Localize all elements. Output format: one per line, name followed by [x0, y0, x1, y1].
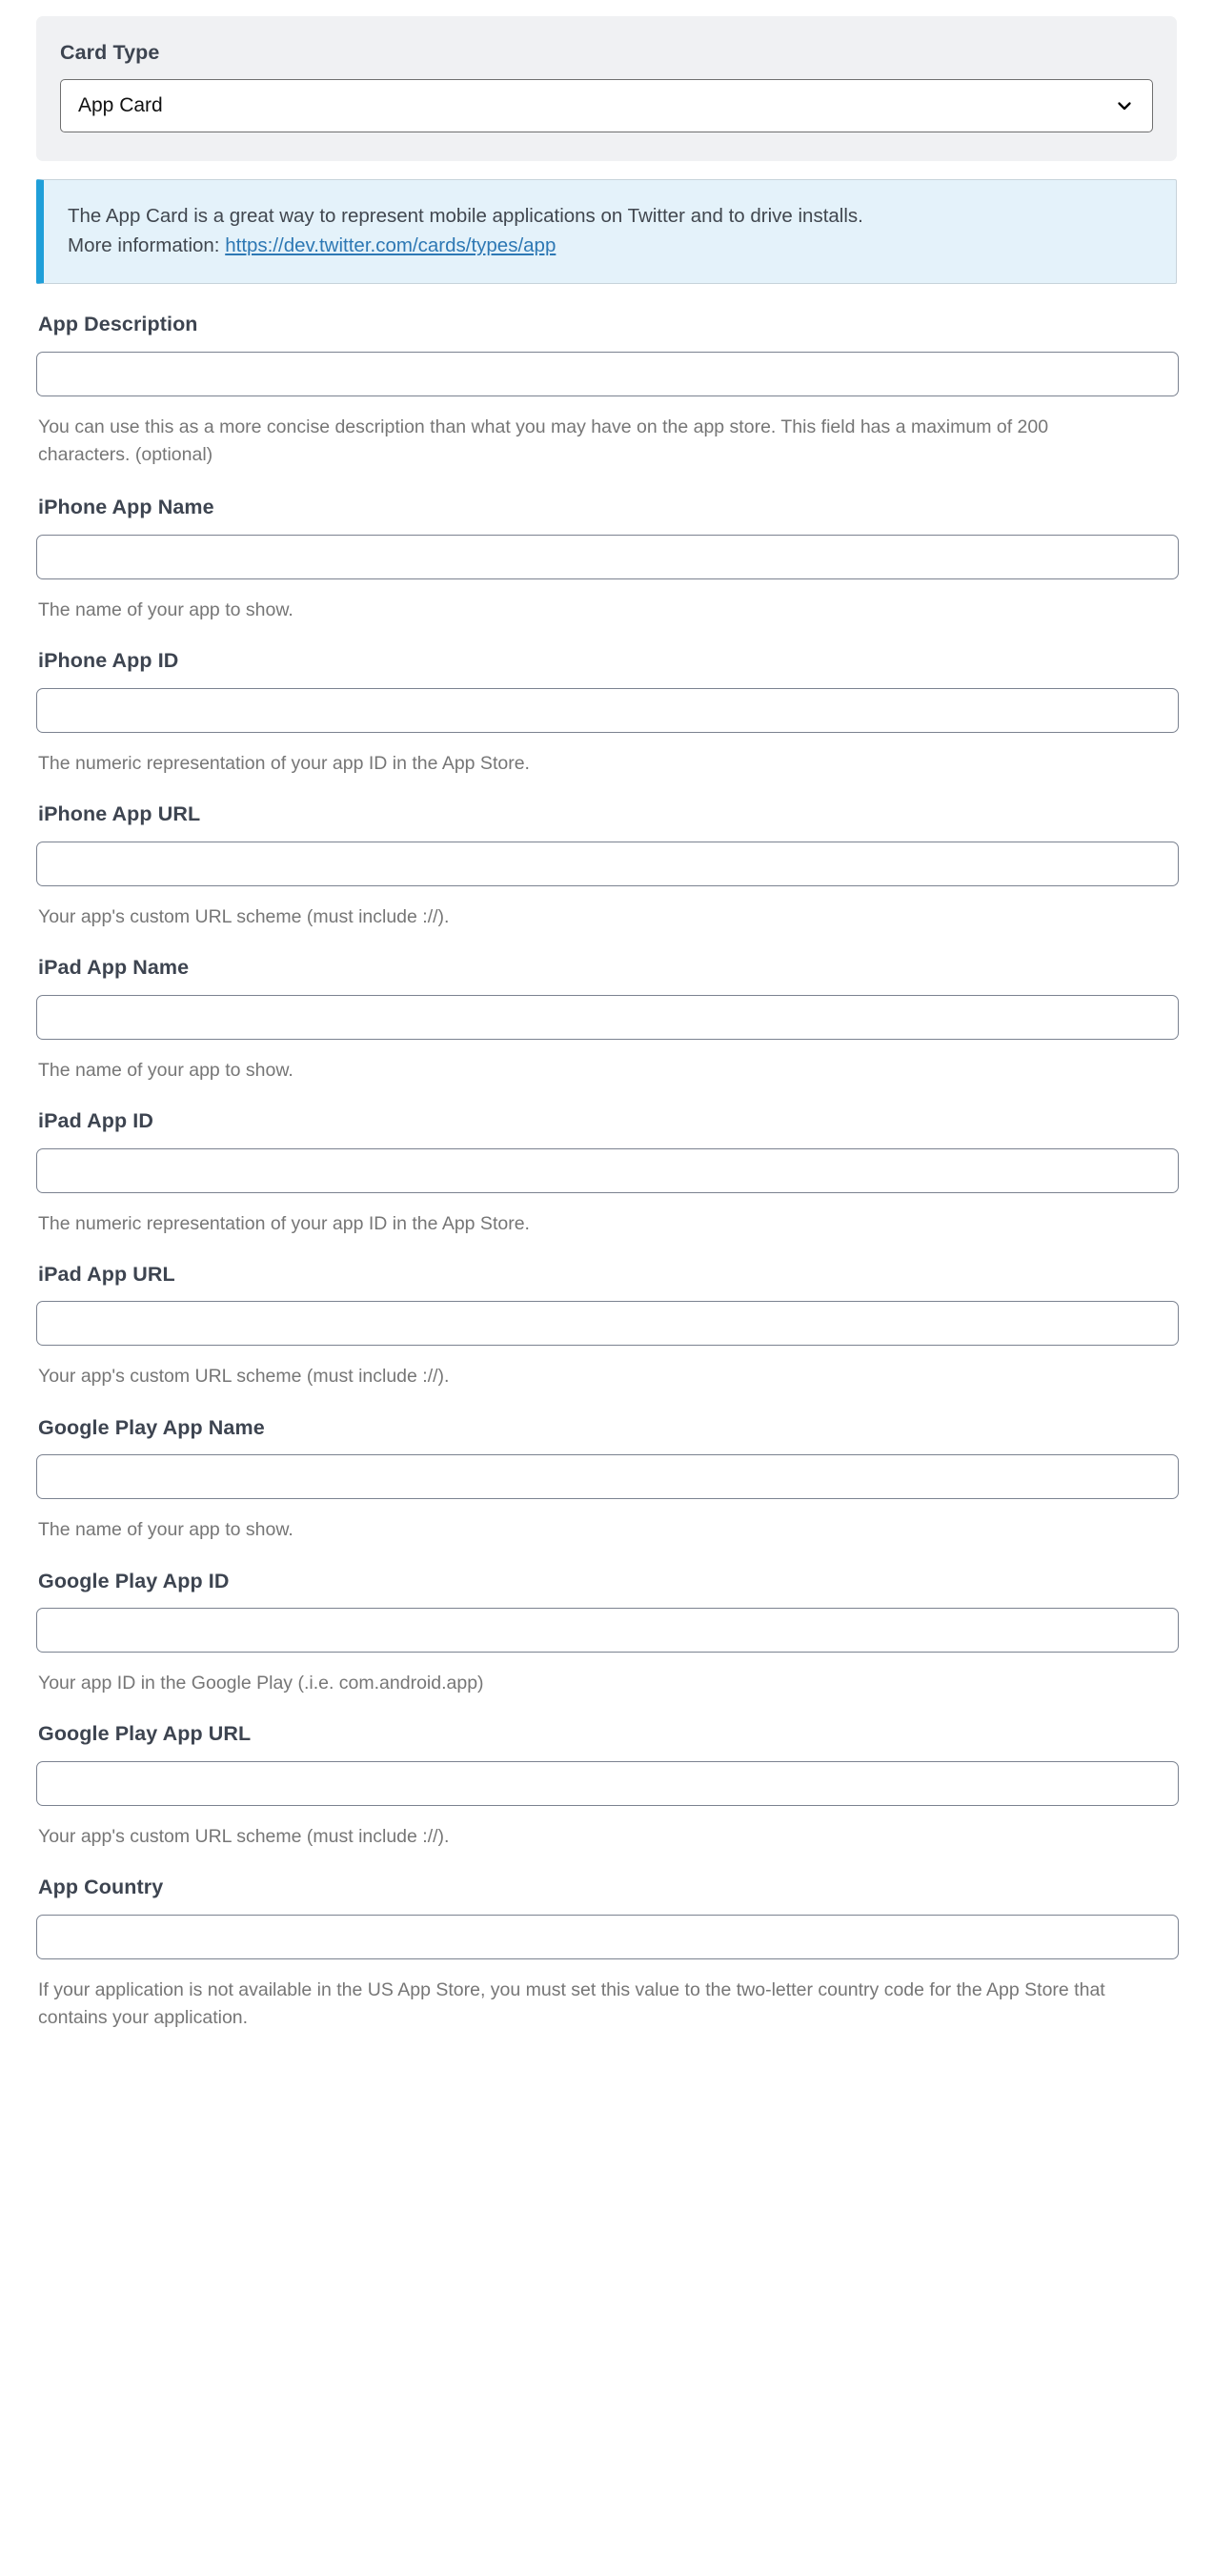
app-description-input[interactable]: [36, 351, 1179, 396]
field-help-text: Your app ID in the Google Play (.i.e. co…: [38, 1673, 484, 1694]
card-type-label: Card Type: [60, 41, 160, 64]
field-help-text: Your app's custom URL scheme (must inclu…: [38, 1366, 450, 1388]
form-fields: App Description You can use this as a mo…: [0, 314, 1214, 2032]
app-country-input[interactable]: [36, 1914, 1179, 1959]
field-help-text: The numeric representation of your app I…: [38, 752, 530, 774]
field-label: iPad App Name: [38, 955, 190, 979]
field-label: iPhone App Name: [38, 496, 214, 519]
card-settings-form: Card Type App Card The App Card is a gre…: [0, 16, 1214, 2096]
field-ipad-app-name: iPad App Name The name of your app to sh…: [36, 955, 1179, 1085]
field-label: Google Play App URL: [38, 1722, 252, 1746]
card-type-selected-value: App Card: [78, 94, 163, 117]
iphone-app-name-input[interactable]: [36, 534, 1179, 579]
field-app-description: App Description You can use this as a mo…: [36, 314, 1179, 469]
field-help-text: The name of your app to show.: [38, 1519, 293, 1541]
info-banner-more-info-prefix: More information:: [68, 234, 220, 257]
ipad-app-id-input[interactable]: [36, 1147, 1179, 1193]
field-label: App Country: [38, 1876, 164, 1899]
info-banner-text: The App Card is a great way to represent…: [68, 204, 863, 227]
info-banner-more-info: More information: https://dev.twitter.co…: [68, 231, 1152, 261]
ipad-app-name-input[interactable]: [36, 994, 1179, 1040]
field-label: iPhone App ID: [38, 649, 179, 673]
ipad-app-url-input[interactable]: [36, 1301, 1179, 1347]
field-label: Google Play App Name: [38, 1415, 265, 1439]
field-iphone-app-name: iPhone App Name The name of your app to …: [36, 497, 1179, 624]
field-help-text: The name of your app to show.: [38, 1059, 293, 1081]
field-help-text: The name of your app to show.: [38, 598, 293, 620]
info-banner: The App Card is a great way to represent…: [36, 178, 1177, 285]
google-play-app-name-input[interactable]: [36, 1454, 1179, 1500]
field-app-country: App Country If your application is not a…: [36, 1876, 1179, 2032]
field-iphone-app-id: iPhone App ID The numeric representation…: [36, 650, 1179, 778]
field-label: App Description: [38, 313, 198, 336]
field-ipad-app-url: iPad App URL Your app's custom URL schem…: [36, 1262, 1179, 1391]
iphone-app-id-input[interactable]: [36, 687, 1179, 733]
info-banner-link[interactable]: https://dev.twitter.com/cards/types/app: [225, 234, 556, 256]
field-help-text: You can use this as a more concise descr…: [38, 416, 1049, 466]
field-help-text: If your application is not available in …: [38, 1978, 1105, 2029]
field-help-text: Your app's custom URL scheme (must inclu…: [38, 905, 450, 927]
field-label: iPad App ID: [38, 1108, 153, 1132]
field-label: Google Play App ID: [38, 1569, 230, 1592]
field-ipad-app-id: iPad App ID The numeric representation o…: [36, 1108, 1179, 1238]
field-help-text: The numeric representation of your app I…: [38, 1212, 530, 1234]
chevron-down-icon: [1114, 95, 1135, 116]
field-google-play-app-name: Google Play App Name The name of your ap…: [36, 1415, 1179, 1545]
field-iphone-app-url: iPhone App URL Your app's custom URL sch…: [36, 802, 1179, 931]
field-label: iPhone App URL: [38, 802, 201, 826]
card-type-select[interactable]: App Card: [60, 78, 1153, 132]
field-google-play-app-url: Google Play App URL Your app's custom UR…: [36, 1723, 1179, 1851]
card-type-select-wrapper: App Card: [60, 78, 1153, 132]
google-play-app-url-input[interactable]: [36, 1761, 1179, 1807]
google-play-app-id-input[interactable]: [36, 1608, 1179, 1653]
iphone-app-url-input[interactable]: [36, 841, 1179, 886]
field-label: iPad App URL: [38, 1262, 175, 1286]
field-help-text: Your app's custom URL scheme (must inclu…: [38, 1826, 450, 1848]
card-type-panel: Card Type App Card: [36, 16, 1177, 161]
field-google-play-app-id: Google Play App ID Your app ID in the Go…: [36, 1569, 1179, 1698]
